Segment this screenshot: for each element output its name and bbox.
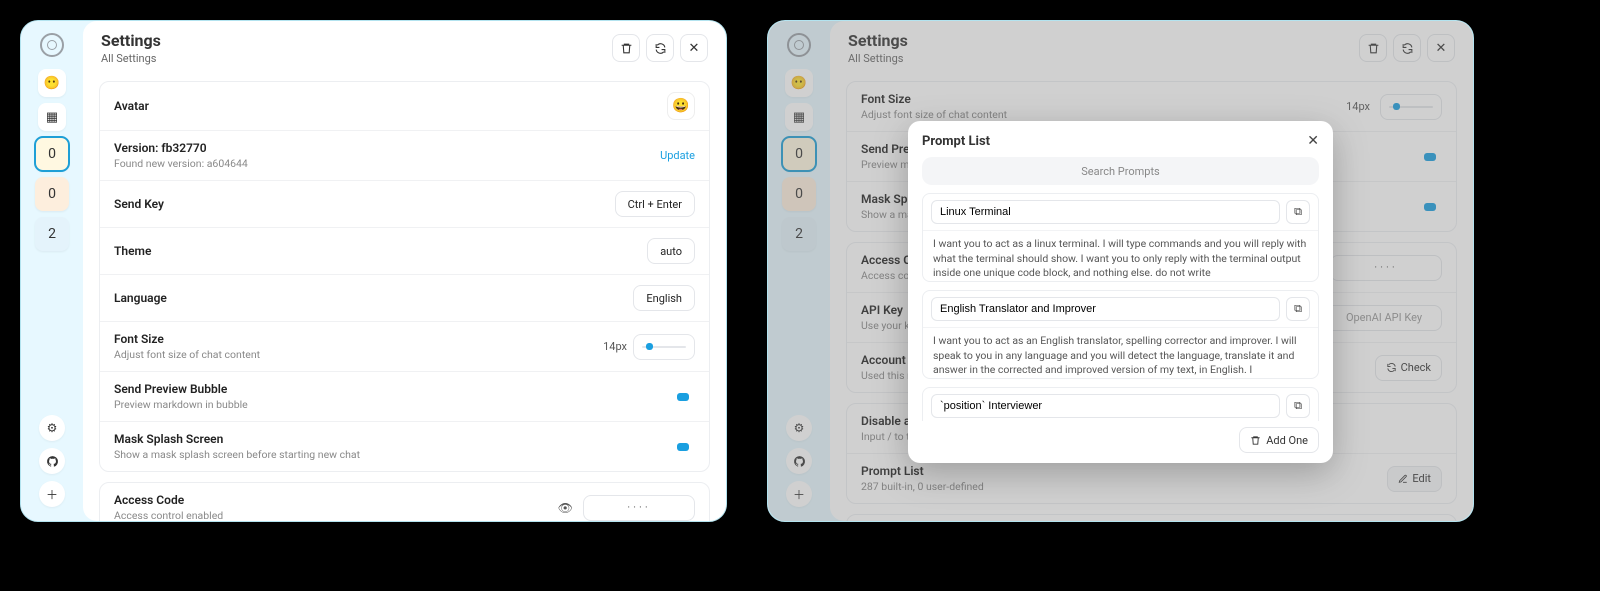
modal-close-icon[interactable]: ✕ bbox=[1307, 133, 1319, 149]
prompt-body: I want you to act as a linux terminal. I… bbox=[923, 231, 1318, 281]
close-button[interactable]: ✕ bbox=[680, 34, 708, 62]
prompt-title-input[interactable] bbox=[931, 394, 1280, 418]
access-sub: Access control enabled bbox=[114, 509, 548, 521]
fontsize-value: 14px bbox=[603, 340, 627, 353]
prompt-title-input[interactable] bbox=[931, 200, 1280, 224]
theme-select[interactable]: auto bbox=[647, 238, 695, 264]
app-logo-icon bbox=[40, 33, 64, 57]
refresh-button[interactable] bbox=[646, 34, 674, 62]
sidebar-plus-icon[interactable]: ＋ bbox=[39, 481, 65, 507]
preview-label: Send Preview Bubble bbox=[114, 382, 667, 396]
prompt-title-input[interactable] bbox=[931, 297, 1280, 321]
language-select[interactable]: English bbox=[633, 285, 695, 311]
trash-button[interactable] bbox=[612, 34, 640, 62]
sendkey-select[interactable]: Ctrl + Enter bbox=[615, 191, 695, 217]
add-label: Add One bbox=[1266, 434, 1308, 447]
fontsize-sub: Adjust font size of chat content bbox=[114, 348, 593, 361]
lang-label: Language bbox=[114, 291, 623, 305]
preview-sub: Preview markdown in bubble bbox=[114, 398, 667, 411]
sidebar-mask-icon[interactable]: 😶 bbox=[38, 69, 66, 97]
copy-icon[interactable]: ⧉ bbox=[1286, 394, 1310, 418]
sidebar-grid-icon[interactable]: ▦ bbox=[38, 103, 66, 131]
main-panel: Settings All Settings ✕ Avatar 😀 bbox=[83, 21, 726, 521]
page-title: Settings bbox=[101, 31, 612, 50]
preview-toggle[interactable] bbox=[677, 393, 689, 401]
fontsize-label: Font Size bbox=[114, 332, 593, 346]
fontsize-slider[interactable] bbox=[633, 334, 695, 360]
copy-icon[interactable]: ⧉ bbox=[1286, 200, 1310, 224]
avatar-label: Avatar bbox=[114, 99, 657, 113]
add-prompt-button[interactable]: Add One bbox=[1239, 427, 1319, 453]
version-sub: Found new version: a604644 bbox=[114, 157, 650, 170]
version-label: Version: fb32770 bbox=[114, 141, 650, 155]
eye-icon[interactable]: 👁 bbox=[558, 501, 573, 515]
prompt-item: ⧉ I want you to act as a linux terminal.… bbox=[922, 193, 1319, 282]
app-window-left: 😶 ▦ 0 0 2 ⚙ ＋ Settings All Settings bbox=[20, 20, 727, 522]
prompt-list-modal: Prompt List ✕ Search Prompts ⧉ I want yo… bbox=[908, 121, 1333, 463]
mask-toggle[interactable] bbox=[677, 443, 689, 451]
page-subtitle: All Settings bbox=[101, 52, 612, 65]
mask-label: Mask Splash Screen bbox=[114, 432, 667, 446]
chat-thumb-3[interactable]: 2 bbox=[35, 217, 69, 251]
modal-title: Prompt List bbox=[922, 134, 1307, 149]
sidebar-settings-icon[interactable]: ⚙ bbox=[39, 415, 65, 441]
chat-thumb-1[interactable]: 0 bbox=[35, 137, 69, 171]
prompt-search-input[interactable]: Search Prompts bbox=[922, 157, 1319, 185]
prompt-item: ⧉ I want you to act as an interviewer. I… bbox=[922, 387, 1319, 421]
chat-thumb-2[interactable]: 0 bbox=[35, 177, 69, 211]
sidebar-github-icon[interactable] bbox=[39, 448, 65, 474]
mask-sub: Show a mask splash screen before startin… bbox=[114, 448, 667, 461]
prompt-body: I want you to act as an English translat… bbox=[923, 328, 1318, 378]
settings-content-left: Avatar 😀 Version: fb32770 Found new vers… bbox=[83, 73, 726, 521]
update-link[interactable]: Update bbox=[660, 149, 695, 162]
header: Settings All Settings ✕ bbox=[83, 21, 726, 73]
theme-label: Theme bbox=[114, 244, 637, 258]
copy-icon[interactable]: ⧉ bbox=[1286, 297, 1310, 321]
sendkey-label: Send Key bbox=[114, 197, 605, 211]
sidebar: 😶 ▦ 0 0 2 ⚙ ＋ bbox=[21, 21, 83, 521]
app-window-right: 😶 ▦ 0 0 2 ⚙ ＋ Settings All Settings bbox=[767, 20, 1474, 522]
access-label: Access Code bbox=[114, 493, 548, 507]
prompt-list: ⧉ I want you to act as a linux terminal.… bbox=[922, 193, 1323, 421]
avatar-picker[interactable]: 😀 bbox=[667, 92, 695, 120]
access-input[interactable]: ···· bbox=[583, 495, 695, 521]
prompt-item: ⧉ I want you to act as an English transl… bbox=[922, 290, 1319, 379]
